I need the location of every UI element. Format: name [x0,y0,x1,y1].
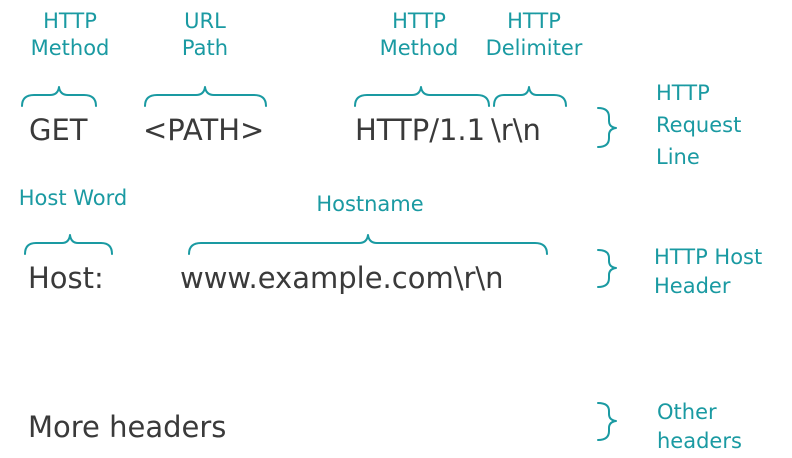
braces-layer [21,86,617,441]
brace-delimiter [493,86,567,107]
brace-url-path [144,86,267,107]
brace-hostname [188,234,548,255]
brace-host-header [597,249,617,288]
brace-method [21,86,97,107]
brace-other-headers [597,402,617,441]
brace-host-word [24,234,113,255]
brace-request-line [597,107,617,148]
brace-version [354,86,490,107]
